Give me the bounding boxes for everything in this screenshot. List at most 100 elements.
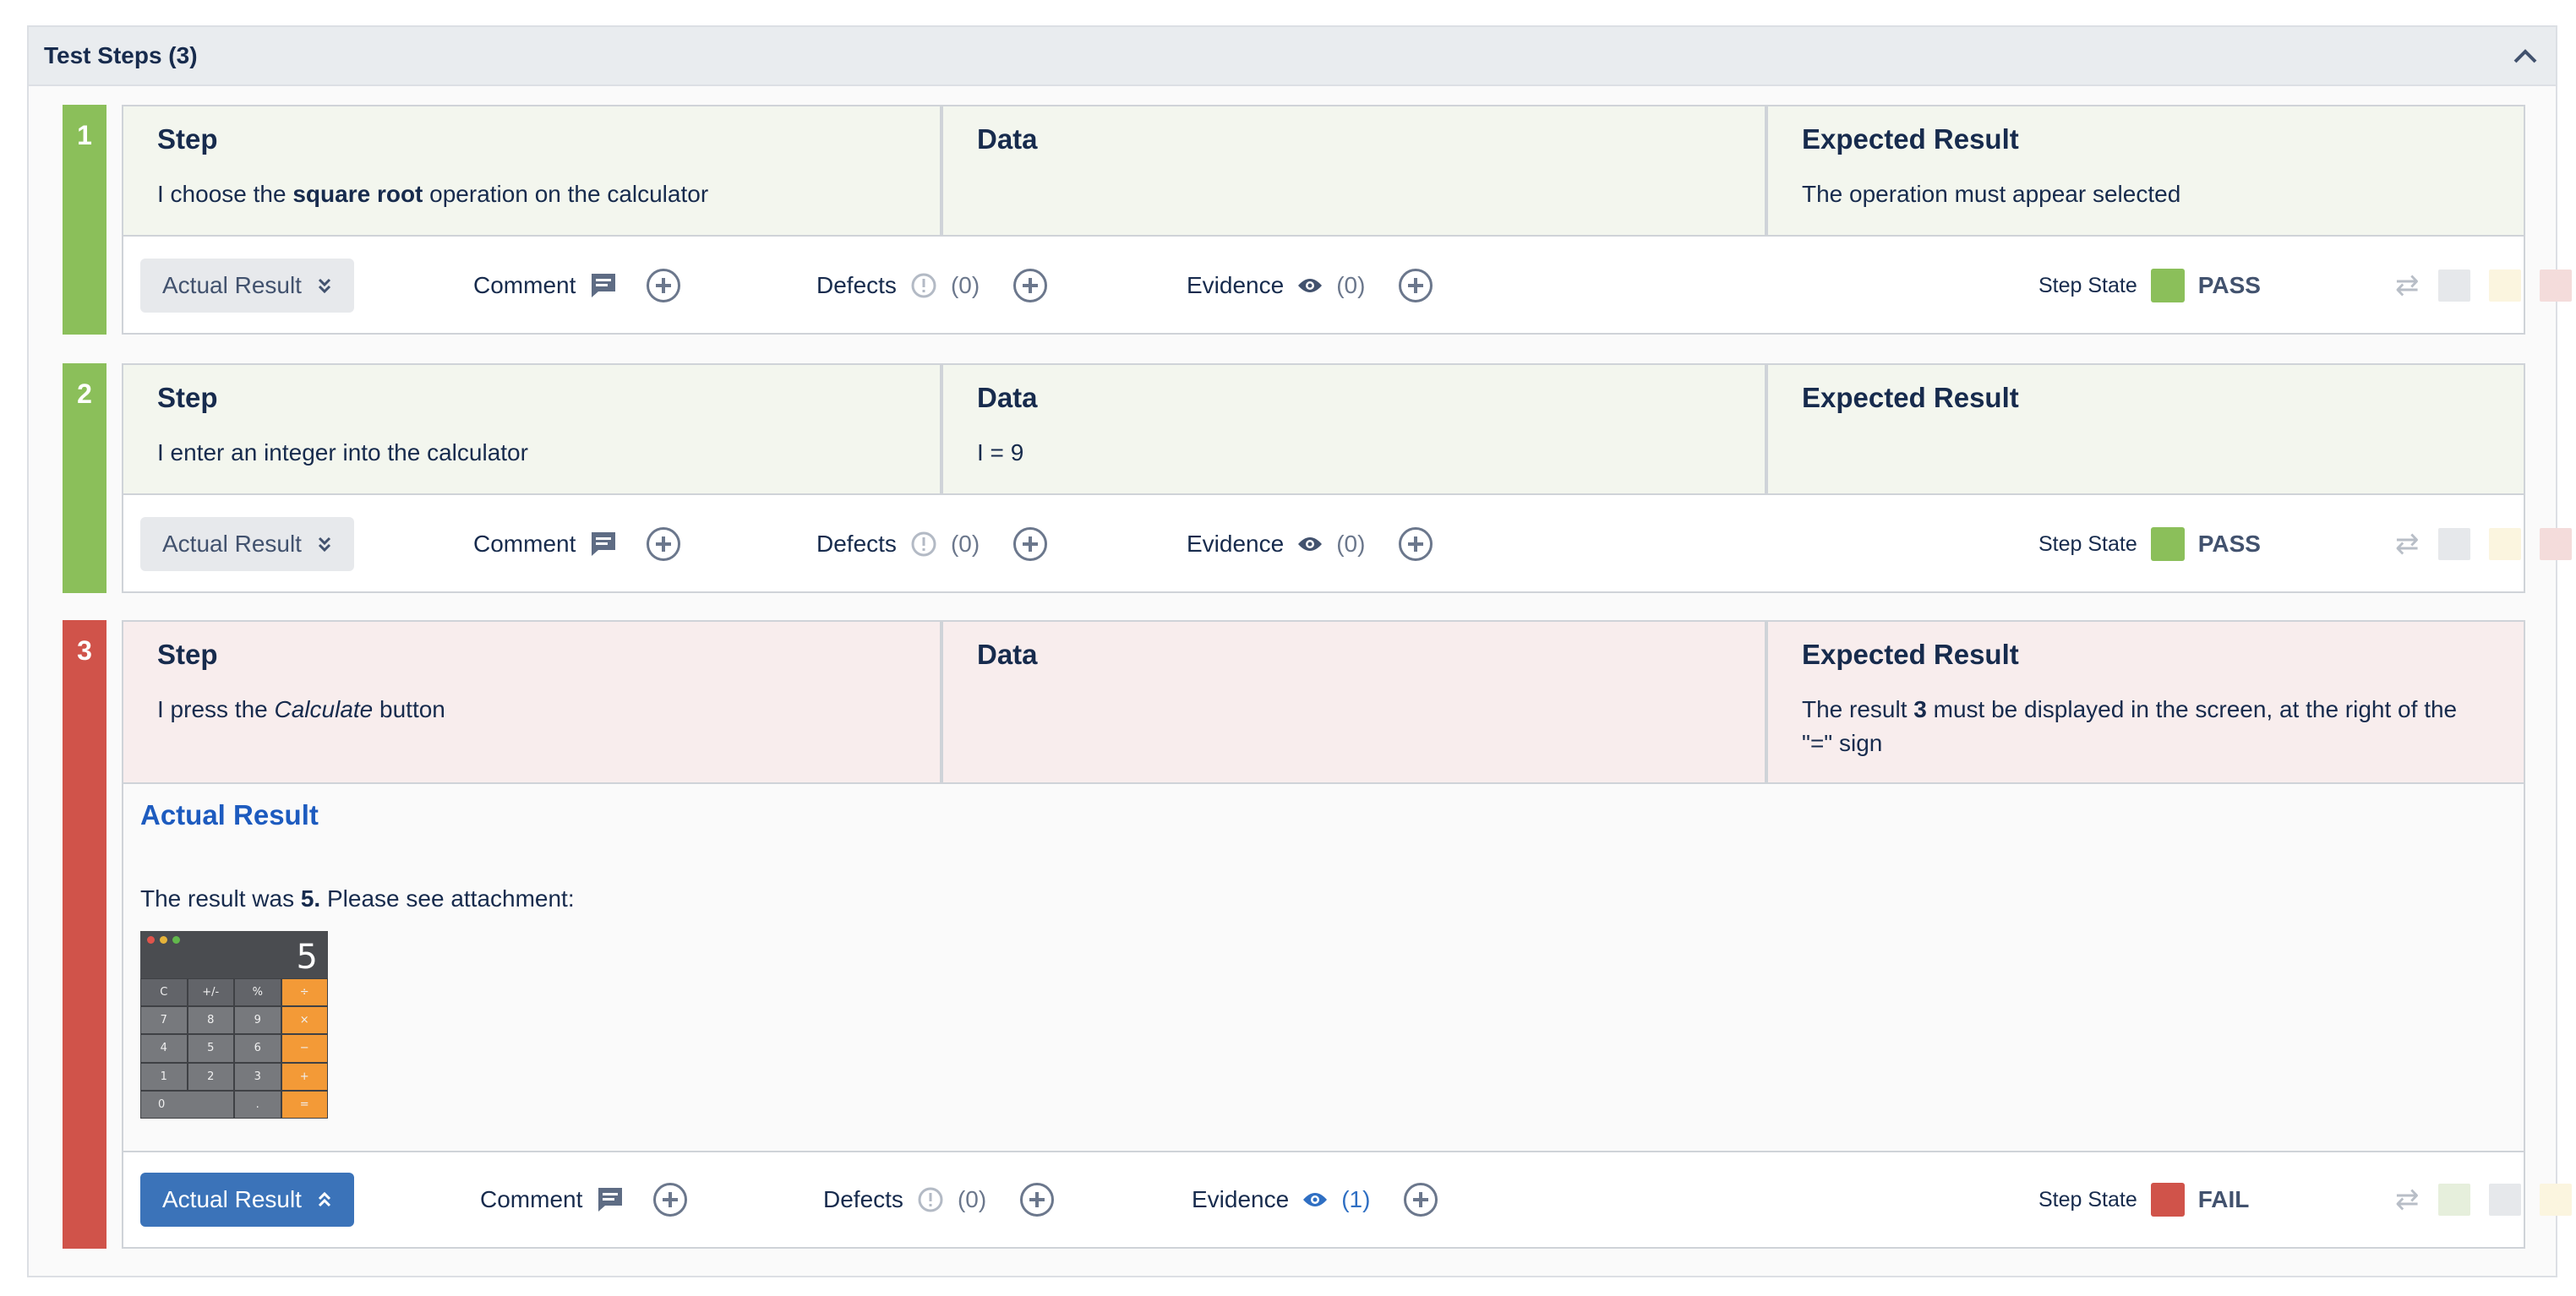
actual-result-label: Actual Result: [162, 272, 302, 298]
comment-icon[interactable]: [589, 271, 618, 300]
window-dots: [147, 936, 180, 944]
data-column: Data I = 9: [943, 365, 1768, 493]
defects-count: (0): [950, 272, 980, 298]
evidence-group: Evidence (0): [1187, 269, 1433, 302]
eye-icon[interactable]: [1302, 1190, 1328, 1209]
swap-arrows-icon[interactable]: ⇄: [2395, 269, 2420, 302]
set-state-fail-button[interactable]: [2539, 270, 2572, 302]
step-header: Step: [157, 639, 218, 670]
data-column: Data: [943, 106, 1768, 235]
set-state-pass-button[interactable]: [2437, 1184, 2470, 1216]
add-defect-button[interactable]: [1013, 527, 1048, 561]
step-toolbar: Actual Result Comment Defects (0) Eviden…: [123, 1152, 2572, 1247]
evidence-label: Evidence: [1187, 531, 1285, 557]
test-step-1: 1 Step I choose the square root operatio…: [63, 105, 2572, 335]
add-comment-button[interactable]: [647, 269, 681, 302]
step-text: I press the Calculate button: [157, 696, 445, 722]
evidence-count[interactable]: (0): [1336, 531, 1365, 558]
comment-group: Comment: [480, 1183, 688, 1217]
calc-key: 3: [234, 1062, 281, 1091]
calc-key: 2: [187, 1062, 234, 1091]
calc-keypad: C +/-% ÷ 7 8 9 × 4 5 6− 1 2 3 +0. =: [140, 978, 328, 1119]
set-state-executing-button[interactable]: [2488, 528, 2521, 560]
data-text: I = 9: [977, 439, 1024, 466]
defects-group: Defects (0): [823, 1183, 1055, 1217]
actual-result-section: Actual Result The result was 5. Please s…: [123, 784, 2524, 1152]
test-step-3: 3 Step I press the Calculate button Data…: [63, 620, 2572, 1249]
state-color-swatch: [2150, 1183, 2185, 1217]
add-defect-button[interactable]: [1020, 1183, 1055, 1217]
state-color-swatch: [2150, 269, 2185, 302]
alert-circle-icon: [911, 531, 936, 557]
panel-header[interactable]: Test Steps (3): [29, 27, 2556, 86]
add-evidence-button[interactable]: [1404, 1183, 1438, 1217]
defects-label: Defects: [816, 531, 897, 557]
step-text: I choose the square root operation on th…: [157, 181, 709, 207]
swap-arrows-icon[interactable]: ⇄: [2395, 527, 2420, 561]
step-text: I enter an integer into the calculator: [157, 439, 528, 466]
step-toolbar: Actual Result Comment Defects (0) Eviden…: [123, 238, 2572, 333]
chevron-double-down-icon: [318, 278, 331, 294]
evidence-count[interactable]: (1): [1341, 1186, 1370, 1213]
calc-key: %: [234, 978, 281, 1007]
calc-key: 9: [234, 1006, 281, 1035]
actual-result-toggle-button[interactable]: Actual Result: [140, 259, 354, 313]
set-state-executing-button[interactable]: [2539, 1184, 2572, 1216]
comment-label: Comment: [473, 272, 576, 298]
evidence-label: Evidence: [1187, 272, 1285, 298]
data-header: Data: [977, 123, 1038, 155]
expected-text: The operation must appear selected: [1802, 181, 2181, 207]
defects-label: Defects: [823, 1186, 903, 1212]
actual-result-label: Actual Result: [162, 531, 302, 557]
panel-title: Test Steps (3): [44, 42, 198, 68]
expected-column: Expected Result The result 3 must be dis…: [1768, 622, 2524, 782]
step-state-group: Step State PASS: [2038, 527, 2261, 561]
set-state-todo-button[interactable]: [2437, 270, 2470, 302]
eye-icon[interactable]: [1297, 276, 1323, 295]
expected-header: Expected Result: [1802, 639, 2019, 670]
set-state-executing-button[interactable]: [2488, 270, 2521, 302]
eye-icon[interactable]: [1297, 535, 1323, 553]
step-state-label: Step State: [2038, 273, 2137, 297]
calc-key: 4: [140, 1034, 188, 1063]
step-body: Step I choose the square root operation …: [122, 105, 2572, 335]
comment-label: Comment: [473, 531, 576, 557]
test-steps-panel: Test Steps (3) 1 Step I choose the squar…: [27, 25, 2572, 1277]
add-evidence-button[interactable]: [1399, 269, 1433, 302]
calc-key: 1: [140, 1062, 188, 1091]
actual-result-toggle-button[interactable]: Actual Result: [140, 1173, 354, 1227]
data-column: Data: [943, 622, 1768, 782]
calc-key: ×: [281, 1006, 328, 1035]
calc-key: .: [234, 1090, 281, 1119]
step-state-value: FAIL: [2197, 1186, 2250, 1212]
step-column: Step I press the Calculate button: [123, 622, 943, 782]
step-state-label: Step State: [2038, 1187, 2137, 1212]
alert-circle-icon: [918, 1187, 943, 1212]
calculator-attachment-thumbnail[interactable]: 5 C +/-% ÷ 7 8 9 × 4 5 6−1 2 3 +0. =: [140, 931, 328, 1119]
swap-arrows-icon[interactable]: ⇄: [2395, 1183, 2420, 1217]
set-state-todo-button[interactable]: [2437, 528, 2470, 560]
add-comment-button[interactable]: [653, 1183, 688, 1217]
chevron-up-icon[interactable]: [2510, 41, 2541, 71]
comment-icon[interactable]: [589, 530, 618, 558]
evidence-count[interactable]: (0): [1336, 272, 1365, 299]
add-evidence-button[interactable]: [1399, 527, 1433, 561]
calc-key: +/-: [187, 978, 234, 1007]
actual-result-text: The result was 5. Please see attachment:: [140, 885, 575, 912]
comment-group: Comment: [473, 269, 681, 302]
step-header: Step: [157, 123, 218, 155]
step-column: Step I choose the square root operation …: [123, 106, 943, 235]
add-defect-button[interactable]: [1013, 269, 1048, 302]
state-actions: ⇄: [2395, 527, 2572, 561]
defects-group: Defects (0): [816, 527, 1048, 561]
defects-count: (0): [950, 531, 980, 557]
set-state-fail-button[interactable]: [2539, 528, 2572, 560]
evidence-group: Evidence (1): [1192, 1183, 1438, 1217]
set-state-todo-button[interactable]: [2488, 1184, 2521, 1216]
actual-result-title: Actual Result: [140, 799, 319, 830]
calc-key: C: [140, 978, 188, 1007]
comment-icon[interactable]: [596, 1185, 625, 1214]
add-comment-button[interactable]: [647, 527, 681, 561]
actual-result-toggle-button[interactable]: Actual Result: [140, 517, 354, 571]
chevron-double-up-icon: [318, 1191, 331, 1207]
